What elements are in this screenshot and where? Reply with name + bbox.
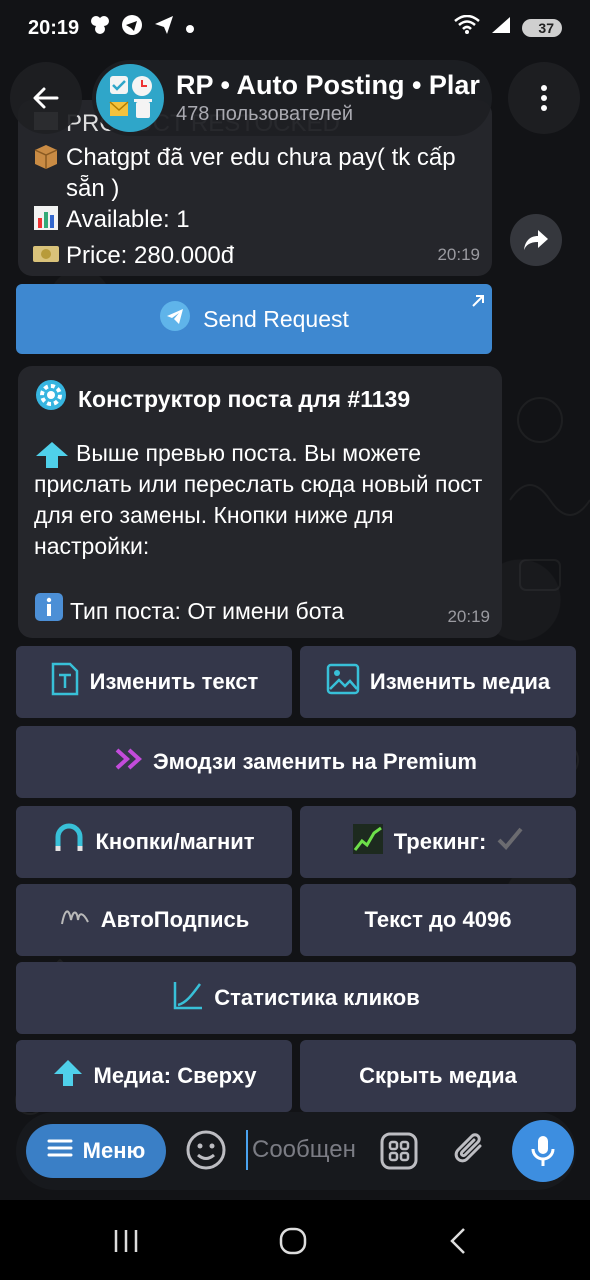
- signal-icon: [490, 15, 512, 41]
- grid-icon: [380, 1132, 418, 1170]
- package-emoji-icon: [32, 142, 60, 178]
- availability-text: Available: 1: [66, 206, 190, 233]
- message-time: 20:19: [447, 607, 490, 626]
- info-icon: [34, 592, 64, 630]
- edit-text-button[interactable]: Изменить текст: [16, 646, 292, 718]
- battery-indicator: 37: [522, 19, 562, 37]
- image-icon: [326, 663, 360, 701]
- dot-icon: [185, 17, 195, 40]
- recent-apps-button[interactable]: [112, 1228, 140, 1259]
- status-bar: 20:19 37: [0, 0, 590, 56]
- chat-title: RP • Auto Posting • Plar: [176, 70, 480, 100]
- gear-icon: [34, 378, 68, 420]
- edit-media-button[interactable]: Изменить медиа: [300, 646, 576, 718]
- apps-button[interactable]: [380, 1132, 418, 1175]
- chevron-left-icon: [450, 1228, 465, 1254]
- bot-menu-button[interactable]: Меню: [26, 1124, 166, 1178]
- money-emoji-icon: [32, 240, 60, 276]
- send-request-button[interactable]: Send Request: [16, 284, 492, 354]
- telegram-icon: [159, 300, 191, 338]
- arrow-left-icon: [33, 87, 59, 109]
- paperclip-icon: [454, 1133, 482, 1163]
- auto-signature-button[interactable]: АвтоПодпись: [16, 884, 292, 956]
- text-limit-button[interactable]: Текст до 4096: [300, 884, 576, 956]
- home-circle-icon: [279, 1227, 307, 1255]
- premium-emoji-button[interactable]: Эмодзи заменить на Premium: [16, 726, 576, 798]
- hide-media-button[interactable]: Скрыть медиа: [300, 1040, 576, 1112]
- constructor-description: Выше превью поста. Вы можете прислать ил…: [34, 440, 483, 559]
- chat-member-count: 478 пользователей: [176, 103, 354, 125]
- back-button[interactable]: [10, 62, 82, 134]
- constructor-title: Конструктор поста для #1139: [78, 385, 411, 412]
- chart-up-icon: [352, 823, 384, 861]
- smiley-icon: [186, 1130, 226, 1170]
- media-position-button[interactable]: Медиа: Сверху: [16, 1040, 292, 1112]
- app-notification-icon: [89, 14, 111, 42]
- more-vertical-icon: [541, 85, 547, 111]
- share-arrow-icon: [524, 230, 548, 250]
- price-text: Price: 280.000đ: [66, 242, 235, 269]
- post-constructor-message[interactable]: Конструктор поста для #1139 Выше превью …: [18, 366, 502, 638]
- chat-header[interactable]: RP • Auto Posting • Plar 478 пользовател…: [92, 60, 492, 136]
- clock: 20:19: [28, 16, 80, 39]
- system-back-button[interactable]: [446, 1226, 470, 1261]
- post-type-text: Тип поста: От имени бота: [70, 597, 345, 624]
- home-button[interactable]: [278, 1226, 308, 1261]
- wifi-icon: [454, 14, 481, 41]
- checkmark-icon: [496, 825, 524, 859]
- message-time: 20:19: [437, 245, 480, 264]
- external-link-arrow-icon: [470, 288, 486, 315]
- attach-button[interactable]: [450, 1130, 490, 1175]
- signature-icon: [59, 902, 91, 938]
- more-options-button[interactable]: [508, 62, 580, 134]
- forward-button[interactable]: [510, 214, 562, 266]
- magnet-icon: [53, 823, 85, 861]
- graph-curve-icon: [172, 979, 204, 1017]
- product-name: Chatgpt đã ver edu chưa pay( tk cấp sẵn …: [66, 144, 456, 202]
- click-stats-button[interactable]: Статистика кликов: [16, 962, 576, 1034]
- hamburger-icon: [47, 1138, 73, 1164]
- voice-message-button[interactable]: [512, 1120, 574, 1182]
- emoji-button[interactable]: [184, 1128, 228, 1172]
- text-document-icon: [50, 662, 80, 702]
- chat-avatar[interactable]: [96, 64, 164, 132]
- tracking-button[interactable]: Трекинг:: [300, 806, 576, 878]
- message-input[interactable]: [246, 1130, 356, 1170]
- microphone-icon: [531, 1136, 555, 1166]
- double-chevron-icon: [115, 748, 143, 776]
- send-request-label: Send Request: [203, 305, 349, 332]
- recent-apps-icon: [114, 1230, 138, 1252]
- telegram-notification-icon: [121, 14, 143, 42]
- buttons-magnet-button[interactable]: Кнопки/магнит: [16, 806, 292, 878]
- send-notification-icon: [153, 14, 175, 42]
- bar-chart-emoji-icon: [32, 204, 60, 240]
- arrow-up-icon: [52, 1058, 84, 1094]
